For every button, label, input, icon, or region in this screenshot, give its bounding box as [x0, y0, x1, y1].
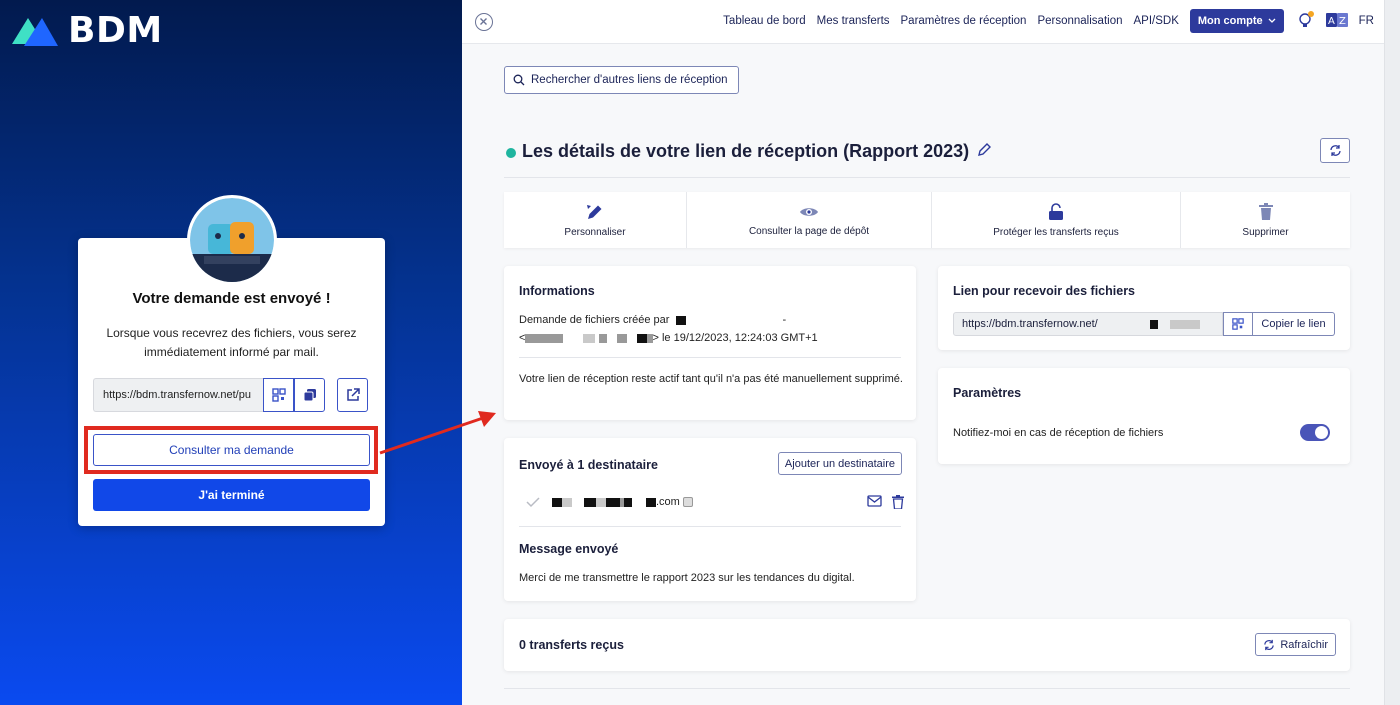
- add-recipient-button[interactable]: Ajouter un destinataire: [777, 452, 902, 475]
- brand-name: BDM: [68, 10, 163, 51]
- qr-code-button[interactable]: [263, 378, 294, 412]
- info-panel: Informations Demande de fichiers créée p…: [504, 266, 916, 420]
- action-bar: Personnaliser Consulter la page de dépôt…: [504, 192, 1350, 248]
- info-title: Informations: [519, 284, 595, 298]
- message-text: Merci de me transmettre le rapport 2023 …: [519, 572, 855, 584]
- share-link-row: https://bdm.transfernow.net/pu: [93, 378, 370, 412]
- status-active-dot: [506, 148, 516, 158]
- close-icon[interactable]: [475, 13, 493, 31]
- card-description: Lorsque vous recevrez des fichiers, vous…: [106, 326, 357, 359]
- notify-label: Notifiez-moi en cas de réception de fich…: [953, 427, 1164, 439]
- transfers-panel: 0 transferts reçus Rafraîchir: [504, 619, 1350, 671]
- share-link-field[interactable]: https://bdm.transfernow.net/pu: [93, 378, 263, 412]
- pencil-icon: [587, 204, 602, 219]
- badge-icon: [682, 497, 693, 507]
- refresh-icon: [1329, 145, 1341, 156]
- protect-transfers-label: Protéger les transferts reçus: [993, 226, 1119, 238]
- creator-line: Demande de fichiers créée par - < > le 1…: [519, 314, 818, 344]
- delete-label: Supprimer: [1242, 226, 1289, 238]
- recipient-email-suffix: .com: [656, 496, 680, 508]
- done-button[interactable]: J'ai terminé: [93, 479, 370, 511]
- recipient-row: .com: [526, 494, 904, 510]
- search-links-label: Rechercher d'autres liens de réception: [531, 74, 728, 86]
- search-links-button[interactable]: Rechercher d'autres liens de réception: [504, 66, 739, 94]
- avatar: [187, 195, 277, 285]
- scrollbar[interactable]: [1384, 0, 1400, 705]
- lock-icon: [1049, 202, 1063, 220]
- created-date: > le 19/12/2023, 12:24:03 GMT+1: [652, 332, 818, 344]
- external-link-icon: [346, 388, 360, 401]
- copy-link-button[interactable]: [294, 378, 325, 412]
- view-drop-page-action[interactable]: Consulter la page de dépôt: [687, 192, 932, 248]
- edit-title-icon[interactable]: [976, 142, 992, 163]
- mail-icon[interactable]: [867, 495, 882, 507]
- copy-reception-link-button[interactable]: Copier le lien: [1253, 312, 1335, 336]
- brand-logo: BDM: [12, 10, 163, 51]
- pointer-arrow-icon: [379, 411, 496, 455]
- left-panel: BDM Votre demande est envoyé ! Lorsque v…: [0, 0, 496, 705]
- reception-link-row: https://bdm.transfernow.net/ Copier le l…: [953, 312, 1335, 336]
- active-note: Votre lien de réception reste actif tant…: [519, 373, 903, 385]
- check-icon: [526, 497, 540, 508]
- reception-link-field[interactable]: https://bdm.transfernow.net/: [953, 312, 1223, 336]
- view-drop-page-label: Consulter la page de dépôt: [748, 225, 870, 237]
- settings-title: Paramètres: [953, 386, 1022, 400]
- message-title: Message envoyé: [519, 542, 619, 556]
- customize-label: Personnaliser: [564, 226, 626, 238]
- consult-request-button[interactable]: Consulter ma demande: [93, 434, 370, 466]
- right-panel: Tableau de bord Mes transferts Paramètre…: [462, 0, 1400, 705]
- search-icon: [513, 74, 525, 86]
- reception-qr-button[interactable]: [1223, 312, 1253, 336]
- copy-icon: [303, 389, 316, 402]
- refresh-icon: [1264, 639, 1275, 650]
- creator-prefix: Demande de fichiers créée par: [519, 314, 670, 326]
- delete-action[interactable]: Supprimer: [1181, 192, 1350, 248]
- protect-transfers-action[interactable]: Protéger les transferts reçus: [932, 192, 1181, 248]
- trash-icon: [1258, 202, 1273, 220]
- reception-link-value: https://bdm.transfernow.net/: [962, 318, 1098, 330]
- refresh-label: Rafraîchir: [1280, 638, 1328, 651]
- refresh-transfers-button[interactable]: Rafraîchir: [1255, 633, 1336, 656]
- language-label[interactable]: FR: [1359, 15, 1374, 27]
- page-title: Les détails de votre lien de réception (…: [522, 141, 970, 161]
- settings-panel: Paramètres Notifiez-moi en cas de récept…: [938, 368, 1350, 464]
- recipients-title: Envoyé à 1 destinataire: [519, 458, 658, 472]
- recipients-panel: Envoyé à 1 destinataire Ajouter un desti…: [504, 438, 916, 601]
- eye-icon: [800, 207, 818, 216]
- logo-mark-icon: [12, 14, 60, 48]
- qr-code-icon: [271, 388, 286, 402]
- card-title: Votre demande est envoyé !: [132, 290, 331, 307]
- main-content: Rechercher d'autres liens de réception L…: [504, 0, 1350, 705]
- delete-recipient-icon[interactable]: [892, 495, 904, 509]
- customize-action[interactable]: Personnaliser: [504, 192, 687, 248]
- reception-link-title: Lien pour recevoir des fichiers: [953, 284, 1136, 298]
- open-link-button[interactable]: [337, 378, 368, 412]
- sync-button[interactable]: [1320, 138, 1350, 163]
- title-row: Les détails de votre lien de réception (…: [504, 138, 1350, 178]
- reception-link-panel: Lien pour recevoir des fichiers https://…: [938, 266, 1350, 350]
- notify-toggle[interactable]: [1300, 424, 1330, 441]
- transfers-title: 0 transferts reçus: [519, 638, 624, 652]
- qr-code-icon: [1232, 318, 1244, 330]
